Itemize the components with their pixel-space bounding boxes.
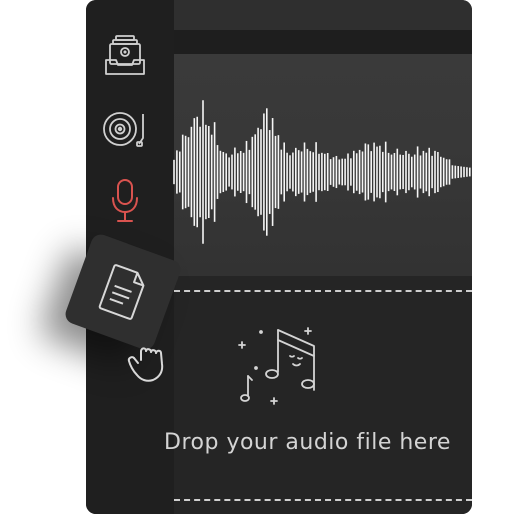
drop-zone-top-border [174,290,472,292]
vinyl-record-icon[interactable] [102,108,150,154]
top-bar [174,0,472,30]
drop-zone-bottom-border [174,499,472,501]
grab-hand-icon [124,338,170,388]
drop-zone-label: Drop your audio file here [164,430,451,455]
music-notes-icon [236,326,326,414]
document-icon [98,264,145,320]
timeline-strip [174,30,472,54]
inbox-icon[interactable] [104,34,146,82]
audio-waveform[interactable] [172,54,472,276]
microphone-icon[interactable] [110,178,140,228]
